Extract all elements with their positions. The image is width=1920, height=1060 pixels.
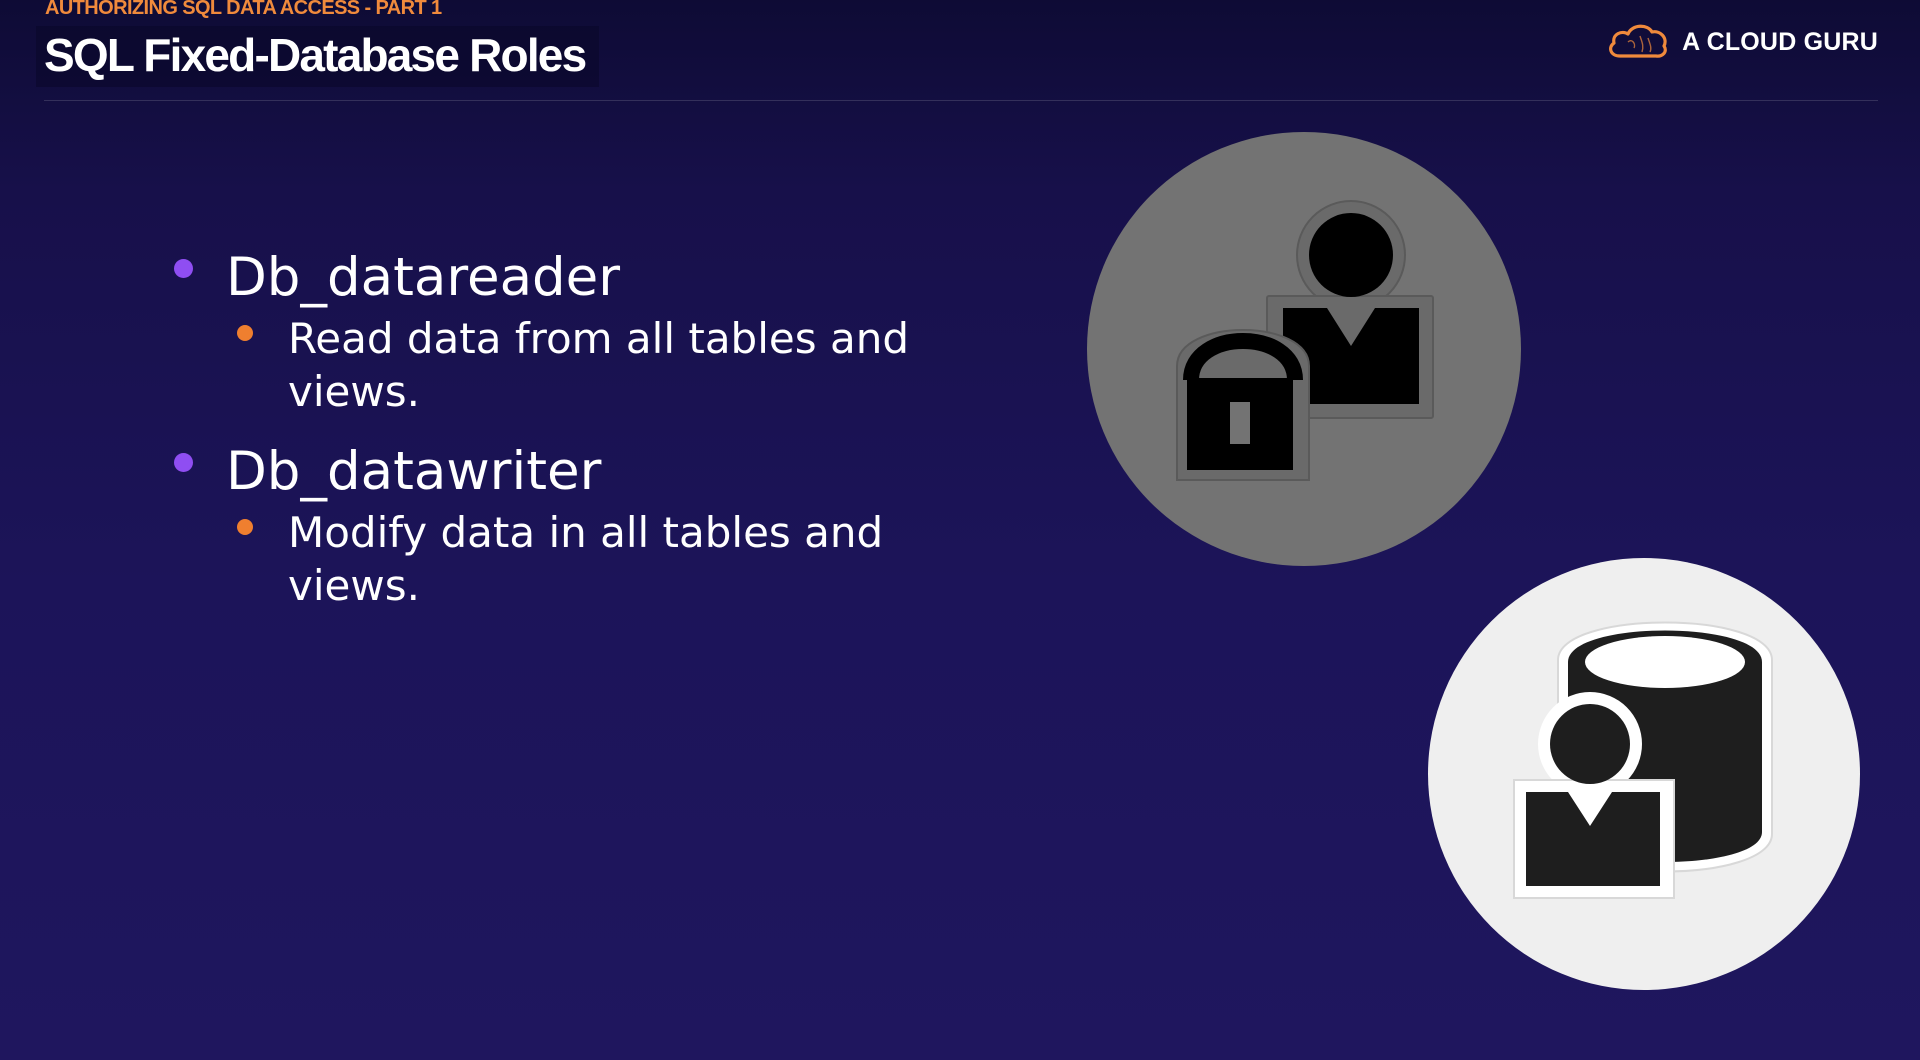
- database-user-illustration: [1428, 558, 1860, 990]
- header-divider: [44, 100, 1878, 101]
- sub-bullet-item: Modify data in all tables and views.: [170, 506, 970, 612]
- bullet-label: Db_datawriter: [226, 441, 602, 502]
- brand-name: A CLOUD GURU: [1682, 27, 1878, 56]
- database-user-icon: [1513, 621, 1773, 899]
- title-box: SQL Fixed-Database Roles: [36, 26, 600, 87]
- bullet-dot: [174, 453, 193, 472]
- user-lock-icon: [1176, 200, 1434, 481]
- user-lock-illustration: [1087, 132, 1521, 566]
- bullet-list: Db_datareader Read data from all tables …: [170, 244, 970, 612]
- sub-bullet-text: Modify data in all tables and views.: [288, 508, 884, 610]
- sub-bullet-dot: [237, 519, 253, 535]
- section-kicker: AUTHORIZING SQL DATA ACCESS - PART 1: [45, 0, 442, 19]
- cloud-logo-icon: [1606, 20, 1670, 64]
- sub-bullet-dot: [237, 325, 253, 341]
- sub-bullet-text: Read data from all tables and views.: [288, 314, 909, 416]
- bullet-label: Db_datareader: [226, 247, 621, 308]
- sub-bullet-item: Read data from all tables and views.: [170, 312, 970, 418]
- bullet-item: Db_datareader: [170, 244, 970, 312]
- bullet-item: Db_datawriter: [170, 438, 970, 506]
- slide-title: SQL Fixed-Database Roles: [44, 29, 587, 81]
- brand-logo: A CLOUD GURU: [1606, 20, 1878, 64]
- bullet-dot: [174, 259, 193, 278]
